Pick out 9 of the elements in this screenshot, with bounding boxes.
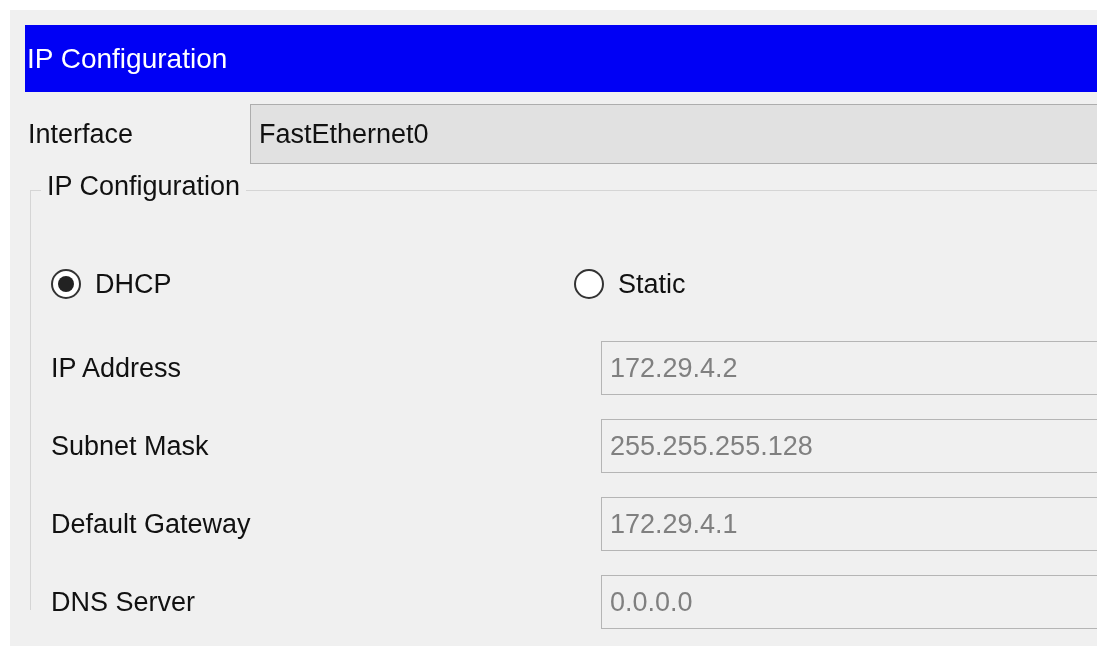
- field-label: IP Address: [51, 352, 183, 384]
- field-label: Default Gateway: [51, 508, 252, 540]
- interface-label: Interface: [27, 118, 135, 150]
- field-label: Subnet Mask: [51, 430, 210, 462]
- title-text: IP Configuration: [27, 42, 228, 75]
- radio-option[interactable]: Static: [574, 268, 1097, 300]
- interface-field[interactable]: FastEthernet0: [250, 104, 1097, 164]
- radio-option[interactable]: DHCP: [51, 268, 574, 300]
- field-label: DNS Server: [51, 586, 197, 618]
